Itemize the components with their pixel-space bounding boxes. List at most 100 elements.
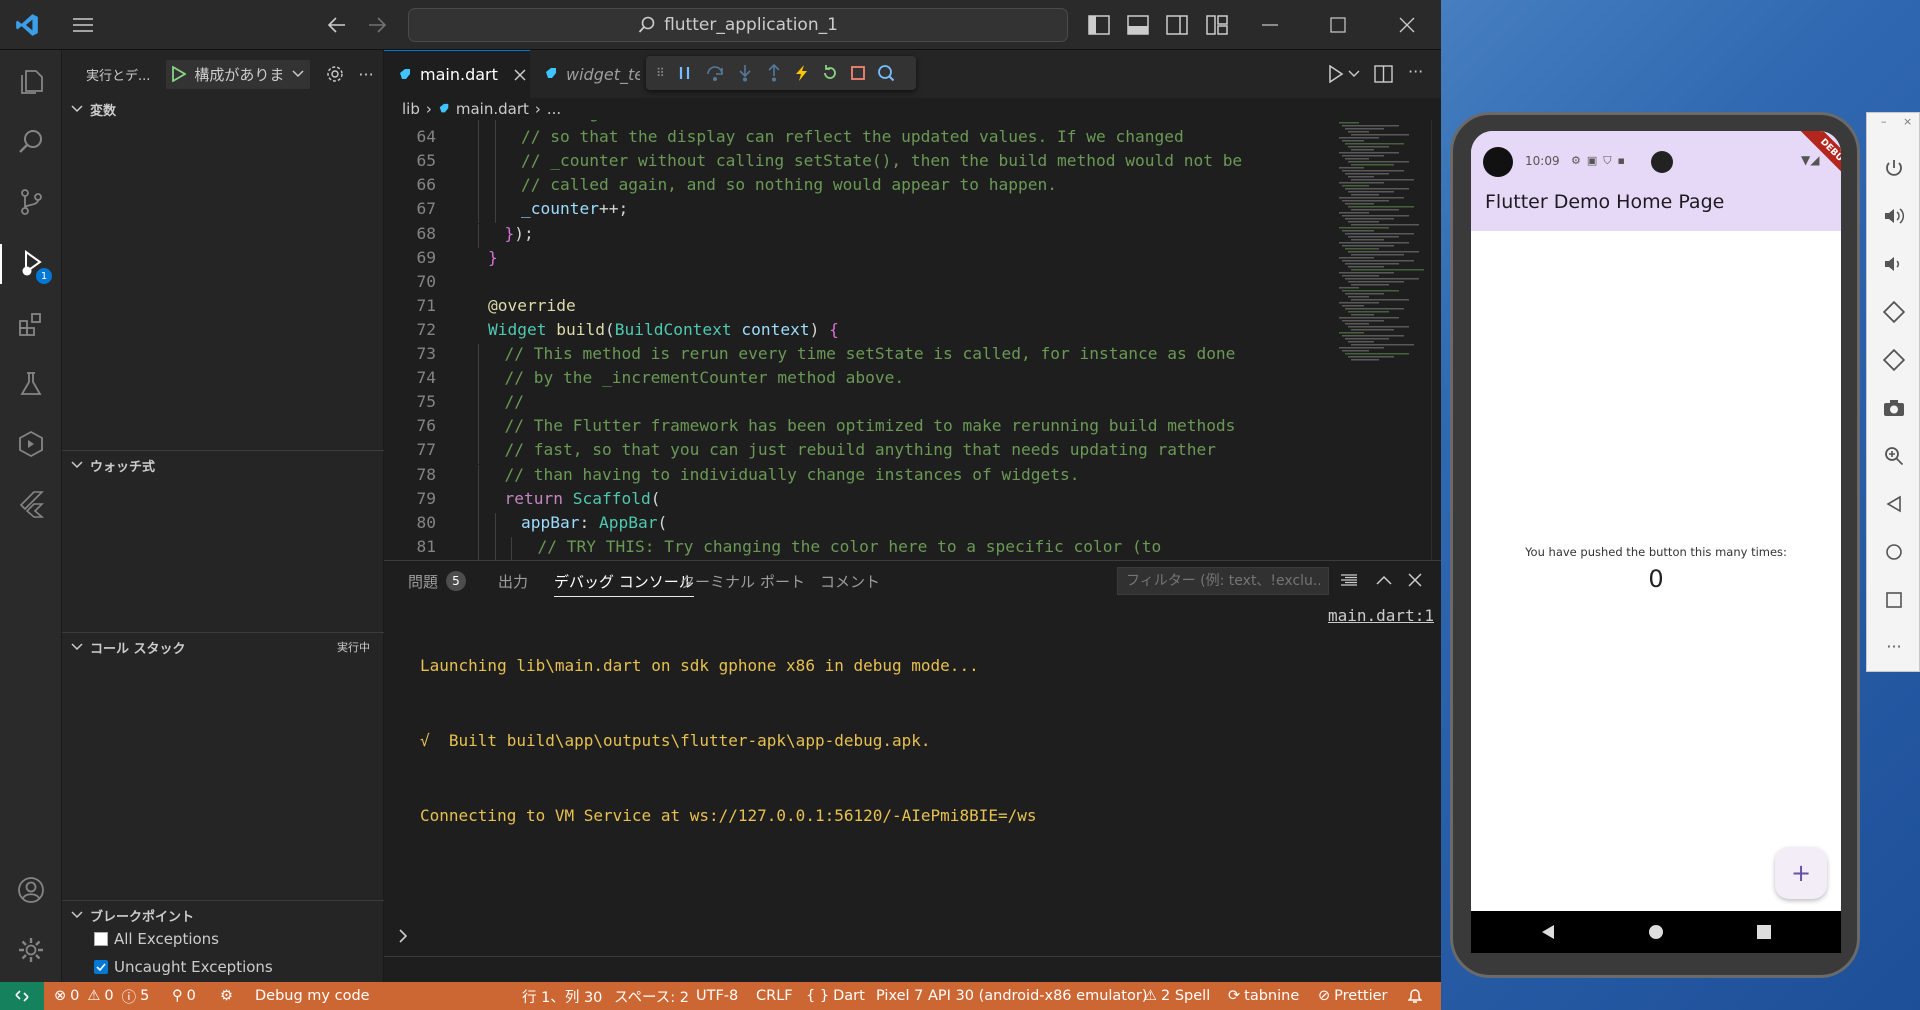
code-editor[interactable]: 63 // changed in this State, which causes… xyxy=(384,120,1441,560)
tab-ports[interactable]: ポート xyxy=(760,571,805,592)
drag-handle-icon[interactable]: ⠿ xyxy=(656,66,665,80)
testing-icon[interactable] xyxy=(11,364,51,404)
power-icon[interactable] xyxy=(1879,153,1909,183)
remote-indicator[interactable] xyxy=(0,982,44,1010)
toggle-sidebar-icon[interactable] xyxy=(1084,10,1114,40)
watch-section-header[interactable]: ウォッチ式 xyxy=(62,452,384,478)
source-control-icon[interactable] xyxy=(11,182,51,222)
view-as-tree-icon[interactable] xyxy=(1340,573,1358,589)
rotate-left-icon[interactable] xyxy=(1879,297,1909,327)
line-ending[interactable]: CRLF xyxy=(756,982,793,1010)
breakpoint-uncaught-exceptions[interactable]: Uncaught Exceptions xyxy=(94,958,273,976)
cursor-position[interactable]: 行 1、列 30 xyxy=(522,982,602,1010)
breadcrumb-file[interactable]: main.dart xyxy=(456,100,529,118)
remote-explorer-icon[interactable] xyxy=(11,424,51,464)
nav-back-icon[interactable] xyxy=(1541,924,1555,940)
checkbox-unchecked[interactable] xyxy=(94,932,108,946)
increment-fab[interactable]: + xyxy=(1775,847,1827,899)
device-selector[interactable]: Pixel 7 API 30 (android-x86 emulator) xyxy=(876,982,1147,1010)
step-out-icon[interactable] xyxy=(765,64,783,82)
explorer-icon[interactable] xyxy=(11,62,51,102)
more-actions-icon[interactable]: ··· xyxy=(358,65,373,84)
tab-problems[interactable]: 問題 xyxy=(408,571,438,592)
close-tab-icon[interactable] xyxy=(514,68,526,81)
command-center-search[interactable]: flutter_application_1 xyxy=(408,8,1068,42)
more-actions-icon[interactable]: ··· xyxy=(1408,62,1423,81)
rotate-right-icon[interactable] xyxy=(1879,345,1909,375)
step-into-icon[interactable] xyxy=(736,64,754,82)
breadcrumb-more[interactable]: ... xyxy=(547,100,561,118)
customize-layout-icon[interactable] xyxy=(1202,10,1232,40)
screenshot-camera-icon[interactable] xyxy=(1879,393,1909,423)
inspect-widget-icon[interactable] xyxy=(877,64,895,82)
tab-terminal[interactable]: ターミナル xyxy=(680,571,755,592)
emulator-close-icon[interactable]: × xyxy=(1903,115,1912,128)
tab-main-dart[interactable]: main.dart xyxy=(384,50,530,98)
menu-icon[interactable] xyxy=(68,10,98,40)
dart-file-icon xyxy=(438,103,450,115)
ports-status[interactable]: ⚲ 0 xyxy=(172,982,196,1010)
tabnine-status[interactable]: ⟳ tabnine xyxy=(1228,982,1299,1010)
tab-debug-console[interactable]: デバッグ コンソール xyxy=(554,571,694,597)
zoom-icon[interactable] xyxy=(1879,441,1909,471)
phone-screen[interactable]: 10:09 ⚙▣⛉▪ ▼◢ DEBUG Flutter Demo Home Pa… xyxy=(1471,131,1841,953)
tab-widget-test[interactable]: widget_te xyxy=(530,50,640,98)
start-debugging-icon[interactable] xyxy=(172,66,187,82)
maximize-panel-icon[interactable] xyxy=(1376,575,1392,585)
restart-icon[interactable] xyxy=(821,64,839,82)
breakpoint-all-exceptions[interactable]: All Exceptions xyxy=(94,930,219,948)
editor-scrollbar[interactable] xyxy=(1431,120,1441,560)
indentation[interactable]: スペース: 2 xyxy=(614,982,689,1010)
nav-home-icon[interactable] xyxy=(1648,924,1664,940)
back-icon[interactable] xyxy=(1879,489,1909,519)
step-over-icon[interactable] xyxy=(705,64,725,82)
notifications-bell-icon[interactable] xyxy=(1408,982,1422,1010)
account-icon[interactable] xyxy=(11,870,51,910)
run-file-icon[interactable] xyxy=(1328,65,1344,83)
variables-section-header[interactable]: 変数 xyxy=(62,96,384,122)
maximize-icon[interactable] xyxy=(1304,0,1372,50)
debug-config-dropdown[interactable]: 構成がありま xyxy=(166,59,311,89)
minimize-icon[interactable] xyxy=(1236,0,1304,50)
problems-status[interactable]: ⊗ 0 ⚠ 0 ⓘ 5 xyxy=(54,982,149,1010)
minimap[interactable] xyxy=(1337,122,1427,372)
back-arrow-icon[interactable] xyxy=(322,10,352,40)
run-and-debug-icon[interactable]: 1 xyxy=(0,244,62,284)
more-options-icon[interactable]: ··· xyxy=(1879,631,1909,661)
volume-down-icon[interactable] xyxy=(1879,249,1909,279)
settings-gear-icon[interactable] xyxy=(326,65,344,83)
tab-output[interactable]: 出力 xyxy=(498,571,528,592)
checkbox-checked[interactable] xyxy=(94,960,108,974)
close-window-icon[interactable] xyxy=(1373,0,1441,50)
language-mode[interactable]: { } Dart xyxy=(806,982,865,1010)
nav-recents-icon[interactable] xyxy=(1757,925,1771,939)
toggle-panel-icon[interactable] xyxy=(1123,10,1153,40)
split-editor-icon[interactable] xyxy=(1374,64,1394,84)
manage-gear-icon[interactable] xyxy=(11,930,51,970)
debug-status[interactable]: ⚙ Debug my code xyxy=(220,982,370,1010)
overview-icon[interactable] xyxy=(1879,585,1909,615)
callstack-section-header[interactable]: コール スタック 実行中 xyxy=(62,634,384,660)
search-icon[interactable] xyxy=(11,122,51,162)
source-link[interactable]: main.dart:1 xyxy=(1328,603,1434,628)
forward-arrow-icon[interactable] xyxy=(362,10,392,40)
hot-reload-icon[interactable] xyxy=(794,64,810,82)
extensions-icon[interactable] xyxy=(11,304,51,344)
run-options-chevron-icon[interactable] xyxy=(1348,70,1360,78)
prettier-status[interactable]: ⊘ Prettier xyxy=(1318,982,1388,1010)
tab-comments[interactable]: コメント xyxy=(820,571,880,592)
stop-icon[interactable] xyxy=(850,65,866,81)
close-panel-icon[interactable] xyxy=(1408,573,1422,587)
filter-input[interactable] xyxy=(1117,567,1329,595)
breadcrumb-folder[interactable]: lib xyxy=(402,100,420,118)
flutter-icon[interactable] xyxy=(11,484,51,524)
pause-icon[interactable] xyxy=(676,64,694,82)
breakpoints-section-header[interactable]: ブレークポイント xyxy=(62,902,384,928)
toggle-secondary-sidebar-icon[interactable] xyxy=(1162,10,1192,40)
volume-up-icon[interactable] xyxy=(1879,201,1909,231)
encoding[interactable]: UTF-8 xyxy=(696,982,738,1010)
spell-status[interactable]: ⚠ 2 Spell xyxy=(1144,982,1210,1010)
home-icon[interactable] xyxy=(1879,537,1909,567)
console-input-chevron-icon[interactable] xyxy=(398,929,408,943)
emulator-minimize-icon[interactable]: – xyxy=(1881,115,1887,128)
